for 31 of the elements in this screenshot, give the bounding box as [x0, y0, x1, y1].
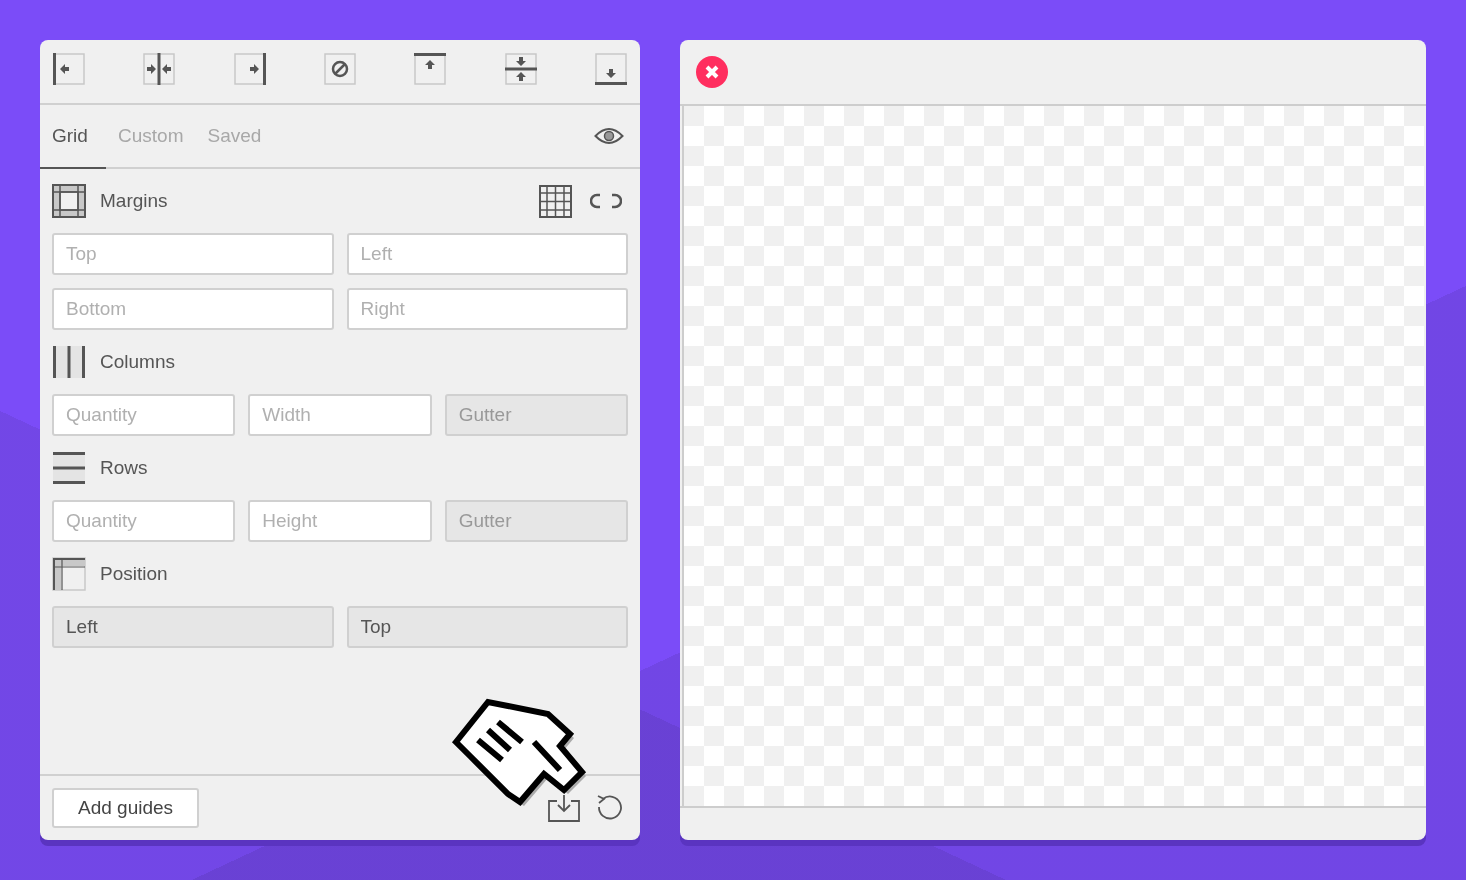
- section-title: Margins: [100, 190, 169, 212]
- align-bottom-button[interactable]: [593, 52, 628, 86]
- align-left-button[interactable]: [52, 52, 86, 86]
- section-title: Rows: [100, 457, 149, 479]
- input-field[interactable]: Top: [52, 233, 334, 275]
- reset-icon[interactable]: [596, 794, 624, 822]
- align-top-button[interactable]: [413, 52, 448, 86]
- tab[interactable]: Grid: [40, 105, 106, 169]
- clear-button[interactable]: [323, 52, 357, 86]
- input-field[interactable]: Bottom: [52, 288, 334, 330]
- input-field[interactable]: Quantity: [52, 500, 236, 542]
- margins-icon: [52, 184, 86, 218]
- close-icon[interactable]: [696, 56, 728, 88]
- section-title: Columns: [100, 351, 176, 373]
- input-field[interactable]: Quantity: [52, 394, 236, 436]
- align-middle-button[interactable]: [503, 52, 538, 86]
- input-field[interactable]: Left: [346, 233, 628, 275]
- add-guides-button[interactable]: Add guides: [52, 788, 200, 828]
- align-center-button[interactable]: [142, 52, 177, 86]
- rows-icon: [52, 451, 86, 485]
- input-field[interactable]: Right: [346, 288, 628, 330]
- grid-icon[interactable]: [539, 184, 572, 218]
- columns-icon: [52, 345, 86, 379]
- section-title: Position: [100, 563, 169, 585]
- position-icon: [52, 557, 86, 591]
- link-icon[interactable]: [590, 192, 622, 210]
- align-right-button[interactable]: [232, 52, 267, 86]
- input-field[interactable]: Width: [248, 394, 432, 436]
- input-field[interactable]: Height: [248, 500, 432, 542]
- download-icon[interactable]: [548, 794, 580, 822]
- eye-icon[interactable]: [594, 126, 624, 146]
